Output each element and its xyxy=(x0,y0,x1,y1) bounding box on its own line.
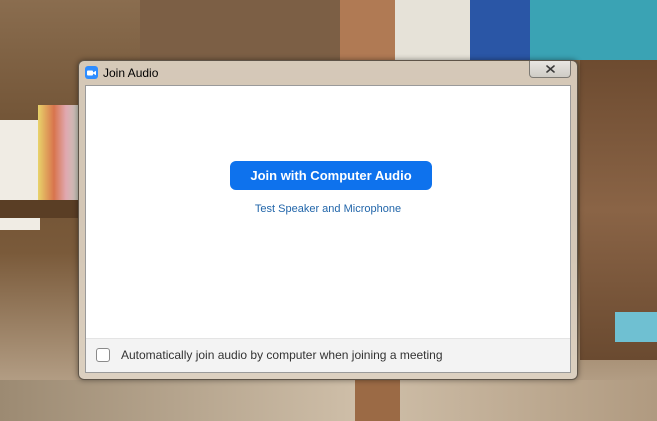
auto-join-label[interactable]: Automatically join audio by computer whe… xyxy=(121,348,443,362)
background-decor xyxy=(615,312,657,342)
background-decor xyxy=(38,105,78,205)
join-computer-audio-button[interactable]: Join with Computer Audio xyxy=(230,161,432,190)
title-bar[interactable]: Join Audio xyxy=(79,61,577,85)
background-decor xyxy=(0,380,657,421)
test-speaker-microphone-link[interactable]: Test Speaker and Microphone xyxy=(86,203,570,215)
dialog-content: Join with Computer Audio Test Speaker an… xyxy=(85,85,571,373)
background-decor xyxy=(395,0,475,60)
background-decor xyxy=(340,0,400,60)
background-decor xyxy=(530,0,657,60)
background-decor xyxy=(470,0,530,60)
desktop-background: Join Audio Join with Computer Audio Test… xyxy=(0,0,657,421)
background-decor xyxy=(140,0,340,60)
join-audio-dialog: Join Audio Join with Computer Audio Test… xyxy=(78,60,578,380)
background-decor xyxy=(0,200,80,218)
close-button[interactable] xyxy=(529,61,571,78)
close-icon xyxy=(545,65,555,73)
window-title: Join Audio xyxy=(103,66,159,80)
background-decor xyxy=(355,380,400,421)
dialog-footer: Automatically join audio by computer whe… xyxy=(86,338,570,372)
video-camera-icon xyxy=(85,66,98,79)
auto-join-checkbox[interactable] xyxy=(96,348,110,362)
